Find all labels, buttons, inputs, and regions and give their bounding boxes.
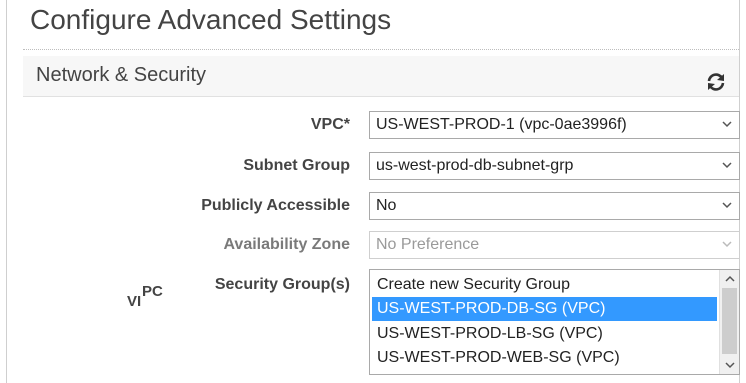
availability-zone-select: No Preference	[369, 231, 740, 259]
security-groups-listbox[interactable]: Create new Security Group US-WEST-PROD-D…	[369, 269, 740, 375]
chevron-down-icon	[722, 202, 732, 209]
publicly-accessible-label: Publicly Accessible	[201, 197, 350, 214]
listbox-scrollbar[interactable]	[719, 270, 739, 374]
subnet-group-label: Subnet Group	[243, 157, 350, 174]
vpc-label: VPC*	[310, 116, 350, 133]
page-title: Configure Advanced Settings	[30, 4, 392, 35]
scroll-down-icon[interactable]	[724, 359, 736, 371]
ghost-label-fragment: VI	[127, 293, 142, 310]
publicly-accessible-select[interactable]: No	[369, 192, 740, 220]
scrollbar-thumb[interactable]	[722, 288, 737, 354]
availability-zone-value: No Preference	[376, 236, 480, 253]
title-divider	[23, 49, 739, 50]
vpc-select[interactable]: US-WEST-PROD-1 (vpc-0ae3996f)	[369, 111, 740, 139]
list-item[interactable]: US-WEST-PROD-LB-SG (VPC)	[372, 322, 717, 346]
section-title: Network & Security	[36, 64, 207, 86]
ghost-label-fragment: PC	[142, 283, 163, 300]
scroll-up-icon[interactable]	[724, 273, 736, 285]
chevron-down-icon	[722, 241, 732, 248]
list-item-selected[interactable]: US-WEST-PROD-DB-SG (VPC)	[372, 297, 717, 321]
subnet-group-select[interactable]: us-west-prod-db-subnet-grp	[369, 152, 740, 180]
chevron-down-icon	[722, 162, 732, 169]
subnet-group-value: us-west-prod-db-subnet-grp	[376, 157, 574, 174]
publicly-accessible-value: No	[376, 197, 397, 214]
list-item[interactable]: US-WEST-PROD-WEB-SG (VPC)	[372, 346, 717, 370]
section-header: Network & Security	[23, 56, 739, 97]
refresh-icon[interactable]	[705, 71, 727, 93]
security-groups-label: Security Group(s)	[214, 276, 350, 293]
vpc-value: US-WEST-PROD-1 (vpc-0ae3996f)	[376, 116, 627, 133]
availability-zone-label: Availability Zone	[223, 236, 350, 253]
chevron-down-icon	[722, 121, 732, 128]
list-item[interactable]: Create new Security Group	[372, 273, 717, 297]
